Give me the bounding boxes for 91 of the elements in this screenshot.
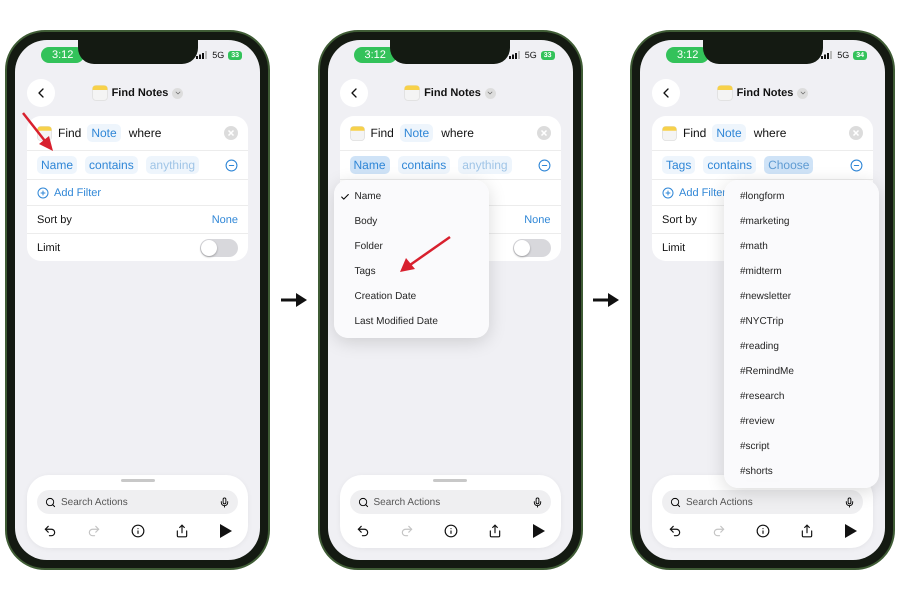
play-button[interactable] xyxy=(844,524,857,538)
menu-item[interactable]: #midterm xyxy=(724,259,879,284)
right-arrow-icon xyxy=(280,293,307,307)
search-bar[interactable]: Search Actions xyxy=(37,490,238,514)
sort-label: Sort by xyxy=(37,214,72,226)
microphone-icon[interactable] xyxy=(219,496,230,508)
menu-item[interactable]: #research xyxy=(724,384,879,409)
right-arrow-icon xyxy=(593,293,620,307)
add-filter-link[interactable]: Add Filter xyxy=(679,186,726,198)
notes-app-icon xyxy=(350,126,364,140)
undo-button[interactable] xyxy=(43,524,57,538)
grabber-handle[interactable] xyxy=(120,479,154,482)
signal-icon xyxy=(196,51,208,59)
chevron-down-icon[interactable] xyxy=(797,88,808,98)
menu-item[interactable]: #NYCTrip xyxy=(724,309,879,334)
limit-label: Limit xyxy=(37,242,60,254)
status-time: 3:12 xyxy=(666,47,710,63)
notes-app-icon xyxy=(662,126,677,140)
menu-item[interactable]: Creation Date xyxy=(334,284,488,309)
back-button[interactable] xyxy=(652,79,680,107)
microphone-icon[interactable] xyxy=(844,496,855,508)
notes-app-icon xyxy=(404,85,420,101)
remove-icon[interactable] xyxy=(850,158,863,172)
search-field[interactable]: Search Actions xyxy=(686,496,839,508)
chevron-down-icon[interactable] xyxy=(172,88,184,98)
nav-title: Find Notes xyxy=(424,87,481,99)
menu-item[interactable]: #marketing xyxy=(724,209,879,234)
add-filter-link[interactable]: Add Filter xyxy=(54,186,102,198)
search-icon xyxy=(358,496,368,508)
menu-item[interactable]: #math xyxy=(724,234,879,259)
share-button[interactable] xyxy=(175,524,189,538)
limit-toggle[interactable] xyxy=(200,238,238,256)
notes-app-icon xyxy=(716,85,733,101)
limit-toggle[interactable] xyxy=(512,238,550,256)
menu-item[interactable]: #longform xyxy=(724,184,879,209)
notes-app-icon xyxy=(92,85,108,101)
info-button[interactable] xyxy=(131,524,145,538)
play-button[interactable] xyxy=(532,524,544,538)
menu-item[interactable]: #shorts xyxy=(724,459,879,484)
search-icon xyxy=(45,496,56,508)
info-button[interactable] xyxy=(444,524,458,538)
remove-icon[interactable] xyxy=(538,158,550,172)
sort-label: Sort by xyxy=(662,214,697,226)
nav-title: Find Notes xyxy=(736,87,794,99)
signal-icon xyxy=(821,51,834,59)
search-field[interactable]: Search Actions xyxy=(374,496,526,508)
undo-button[interactable] xyxy=(356,524,370,538)
search-field[interactable]: Search Actions xyxy=(61,496,214,508)
query-connector: where xyxy=(754,126,786,140)
menu-item[interactable]: Name xyxy=(334,184,488,209)
menu-item[interactable]: #review xyxy=(724,409,879,434)
query-verb: Find xyxy=(683,126,706,140)
sort-value[interactable]: None xyxy=(524,214,550,226)
network-label: 5G xyxy=(837,50,850,60)
menu-item[interactable]: #script xyxy=(724,434,879,459)
query-verb: Find xyxy=(370,126,394,140)
grabber-handle[interactable] xyxy=(433,479,467,482)
signal-icon xyxy=(508,51,521,59)
menu-item[interactable]: Tags xyxy=(334,259,488,284)
menu-item[interactable]: Folder xyxy=(334,234,488,259)
add-icon[interactable] xyxy=(37,186,49,198)
search-bar[interactable]: Search Actions xyxy=(350,490,550,514)
network-label: 5G xyxy=(212,50,224,60)
limit-label: Limit xyxy=(662,242,686,254)
status-time: 3:12 xyxy=(354,47,397,63)
add-icon[interactable] xyxy=(662,186,674,198)
menu-item[interactable]: #RemindMe xyxy=(724,359,879,384)
remove-icon[interactable] xyxy=(225,158,238,172)
nav-title: Find Notes xyxy=(112,87,168,99)
chevron-down-icon[interactable] xyxy=(484,88,496,98)
menu-item[interactable]: #reading xyxy=(724,334,879,359)
info-button[interactable] xyxy=(756,524,770,538)
undo-button[interactable] xyxy=(668,524,682,538)
share-button[interactable] xyxy=(488,524,502,538)
menu-item[interactable]: #newsletter xyxy=(724,284,879,309)
search-icon xyxy=(670,496,681,508)
back-button[interactable] xyxy=(340,79,368,107)
microphone-icon[interactable] xyxy=(532,496,542,508)
search-bar[interactable]: Search Actions xyxy=(662,490,863,514)
network-label: 5G xyxy=(524,50,537,60)
menu-item[interactable]: Body xyxy=(334,209,488,234)
query-verb: Find xyxy=(58,126,82,140)
back-button[interactable] xyxy=(27,79,55,107)
menu-item[interactable]: Last Modified Date xyxy=(334,309,488,334)
query-connector: where xyxy=(441,126,474,140)
share-button[interactable] xyxy=(800,524,814,538)
operator-token[interactable]: contains xyxy=(398,156,450,174)
play-button[interactable] xyxy=(219,524,232,538)
query-connector: where xyxy=(128,126,162,140)
sort-value[interactable]: None xyxy=(212,214,238,226)
status-time: 3:12 xyxy=(41,47,84,63)
